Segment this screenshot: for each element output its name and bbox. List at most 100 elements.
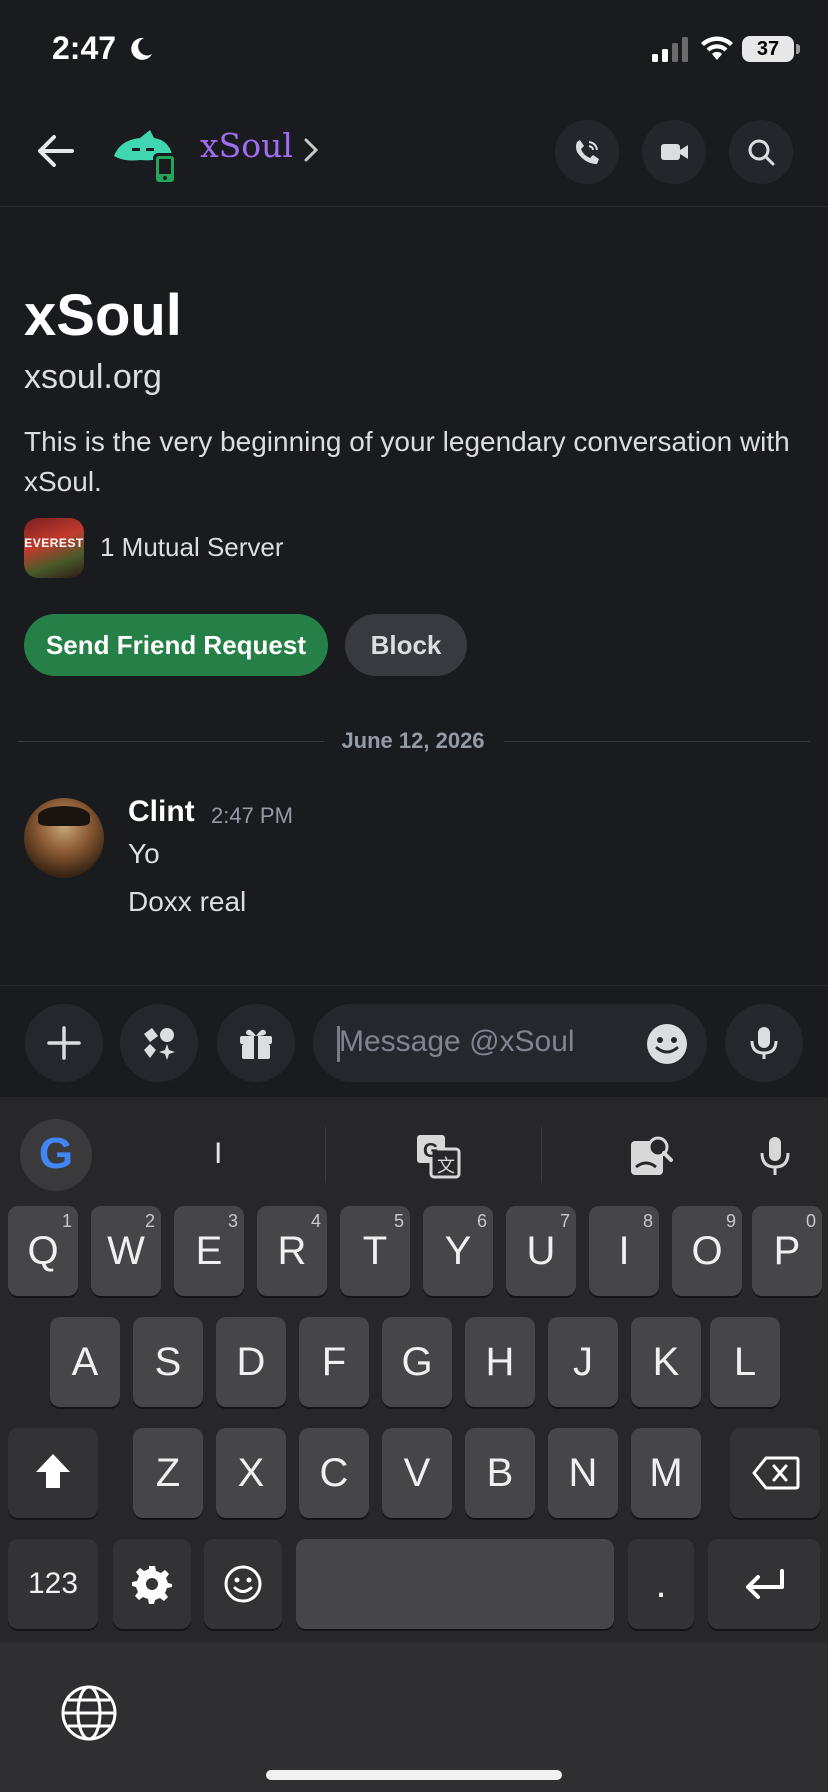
settings-key[interactable] [113,1539,191,1629]
avatar-hat [38,806,90,826]
wifi-icon [701,36,733,60]
key[interactable]: 4R [257,1206,327,1296]
key[interactable]: V [382,1428,452,1518]
status-time: 2:47 [52,30,117,66]
key[interactable]: G [382,1317,452,1407]
signal-icon [652,37,688,62]
battery-tip [796,44,800,54]
key[interactable]: 9O [672,1206,742,1296]
voice-message-button[interactable] [725,1004,803,1082]
enter-icon [746,1569,784,1599]
shift-key[interactable] [8,1428,98,1518]
key[interactable]: K [631,1317,701,1407]
voice-call-button[interactable] [555,120,619,184]
settings-icon [132,1566,172,1604]
mutual-server-icon[interactable]: EVEREST [24,518,84,578]
server-icon-text: EVEREST [24,536,84,550]
emoji-key[interactable] [204,1539,282,1629]
keyboard-toolbar: G I G文 [0,1097,828,1207]
shift-icon [36,1454,70,1488]
period-key[interactable]: . [628,1539,694,1629]
keyboard: G I G文 1Q 2W 3E 4R 5T 6Y 7U 8I 9O 0P A S… [0,1097,828,1792]
key[interactable]: N [548,1428,618,1518]
key[interactable]: 5T [340,1206,410,1296]
key[interactable]: 3E [174,1206,244,1296]
send-friend-request-button[interactable]: Send Friend Request [24,614,328,676]
apps-button[interactable] [120,1004,198,1082]
mutual-servers-link[interactable]: 1 Mutual Server [100,532,284,563]
gift-button[interactable] [217,1004,295,1082]
toolbar-separator [541,1127,542,1183]
author-avatar[interactable] [24,798,104,878]
key[interactable]: 1Q [8,1206,78,1296]
microphone-icon[interactable] [752,1133,798,1179]
key[interactable]: 6Y [423,1206,493,1296]
microphone-icon [750,1027,778,1059]
mobile-status-icon [153,153,177,185]
key[interactable]: 2W [91,1206,161,1296]
backspace-key[interactable] [730,1428,820,1518]
emoji-icon[interactable] [645,1022,689,1066]
key[interactable]: 0P [752,1206,822,1296]
key[interactable]: C [299,1428,369,1518]
gift-icon [240,1029,272,1059]
chevron-right-icon[interactable] [302,136,320,164]
emoji-icon [224,1565,262,1603]
profile-display-name: xSoul [24,283,182,348]
svg-text:文: 文 [437,1156,455,1176]
battery-indicator: 37 [742,36,794,62]
message-composer: Message @xSoul [0,985,828,1097]
key[interactable]: J [548,1317,618,1407]
conversation-intro-text: This is the very beginning of your legen… [24,426,790,497]
numbers-key[interactable]: 123 [8,1539,98,1629]
translate-icon[interactable]: G文 [415,1133,461,1179]
status-bar: 2:47 37 [0,0,828,100]
message-author[interactable]: Clint [128,795,195,829]
back-arrow-icon[interactable] [34,130,76,172]
key[interactable]: S [133,1317,203,1407]
divider-line-left [18,741,324,742]
key[interactable]: M [631,1428,701,1518]
key[interactable]: Z [133,1428,203,1518]
conversation-title[interactable]: xSoul [200,126,293,165]
globe-icon[interactable] [60,1684,118,1742]
attach-button[interactable] [25,1004,103,1082]
video-call-button[interactable] [642,120,706,184]
toolbar-separator [325,1127,326,1183]
message-line[interactable]: Yo [128,838,160,870]
home-indicator[interactable] [266,1770,562,1780]
dm-header: xSoul [0,100,828,207]
video-call-icon [661,144,688,160]
key[interactable]: X [216,1428,286,1518]
message-placeholder: Message @xSoul [339,1025,575,1058]
moon-icon [131,37,152,60]
profile-subtitle: xsoul.org [24,358,162,396]
space-key[interactable] [296,1539,614,1629]
lens-icon[interactable] [628,1133,674,1179]
message-line[interactable]: Doxx real [128,886,246,918]
key[interactable]: 7U [506,1206,576,1296]
search-button[interactable] [729,120,793,184]
key[interactable]: A [50,1317,120,1407]
key[interactable]: L [710,1317,780,1407]
key[interactable]: H [465,1317,535,1407]
suggestion[interactable]: I [214,1137,222,1171]
plus-icon [47,1026,81,1060]
backspace-icon [752,1456,800,1490]
message-timestamp: 2:47 PM [211,803,293,828]
apps-icon [144,1028,175,1060]
message-input[interactable]: Message @xSoul [313,1004,707,1082]
google-button[interactable]: G [20,1119,92,1191]
google-logo: G [38,1129,74,1178]
enter-key[interactable] [708,1539,820,1629]
search-icon [748,139,775,166]
voice-call-icon [576,140,599,164]
key[interactable]: 8I [589,1206,659,1296]
date-divider: June 12, 2026 [341,728,485,753]
keyboard-bottom-bar [0,1642,828,1792]
key[interactable]: B [465,1428,535,1518]
divider-line-right [504,741,810,742]
key[interactable]: F [299,1317,369,1407]
key[interactable]: D [216,1317,286,1407]
block-button[interactable]: Block [345,614,467,676]
